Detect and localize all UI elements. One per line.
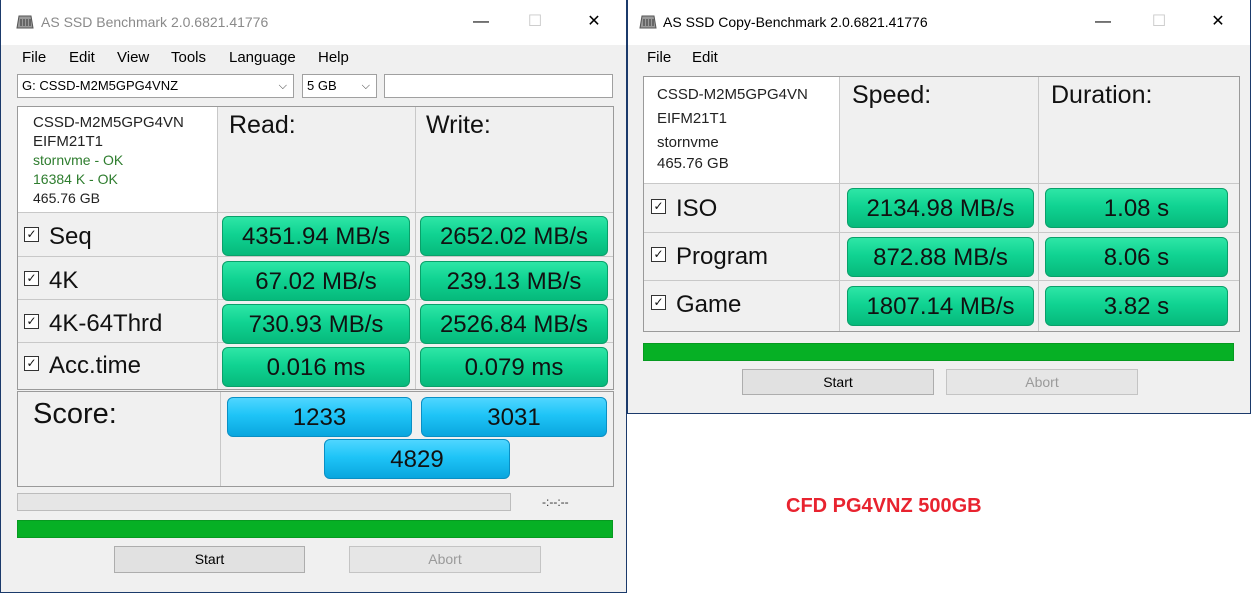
row-program[interactable]: ✓ Program (651, 243, 768, 271)
drive-select[interactable]: G: CSSD-M2M5GPG4VNZ ⌵ (17, 74, 294, 98)
title-bar[interactable]: AS SSD Copy-Benchmark 2.0.6821.41776 — ☐… (628, 0, 1250, 45)
checkbox-checked-icon[interactable]: ✓ (651, 247, 666, 263)
row-game[interactable]: ✓ Game (651, 291, 741, 319)
seq-read-value: 4351.94 MB/s (222, 216, 410, 256)
row-label: Game (676, 291, 742, 318)
as-ssd-copy-benchmark-window: AS SSD Copy-Benchmark 2.0.6821.41776 — ☐… (627, 0, 1251, 414)
total-progress-bar (17, 520, 613, 538)
menu-file[interactable]: File (647, 49, 671, 66)
close-icon[interactable]: ✕ (1208, 12, 1228, 32)
menu-help[interactable]: Help (318, 49, 349, 66)
drive-model: CSSD-M2M5GPG4VN (33, 114, 184, 131)
chevron-down-icon: ⌵ (278, 80, 287, 92)
row-4k-64thrd[interactable]: ✓ 4K-64Thrd (24, 310, 162, 338)
menu-edit[interactable]: Edit (692, 49, 718, 66)
size-select[interactable]: 5 GB ⌵ (302, 74, 377, 98)
row-label: ISO (676, 195, 718, 222)
checkbox-checked-icon[interactable]: ✓ (24, 271, 39, 287)
title-bar[interactable]: AS SSD Benchmark 2.0.6821.41776 — ☐ ✕ (1, 0, 626, 45)
menu-edit[interactable]: Edit (69, 49, 95, 66)
score-divider (220, 392, 221, 486)
drive-icon (16, 15, 34, 29)
game-speed-value: 1807.14 MB/s (847, 286, 1034, 326)
chevron-down-icon: ⌵ (361, 80, 370, 92)
start-button[interactable]: Start (742, 369, 934, 395)
driver-status: stornvme - OK (33, 152, 124, 168)
row-acc-time[interactable]: ✓ Acc.time (24, 352, 141, 380)
duration-header: Duration: (1051, 81, 1153, 109)
seq-write-value: 2652.02 MB/s (420, 216, 608, 256)
elapsed-time: -:--:-- (542, 495, 569, 509)
maximize-icon[interactable]: ☐ (525, 12, 545, 32)
score-read: 1233 (227, 397, 412, 437)
row-label: Acc.time (49, 352, 142, 379)
drive-model: CSSD-M2M5GPG4VN (657, 86, 808, 103)
game-duration-value: 3.82 s (1045, 286, 1228, 326)
iso-speed-value: 2134.98 MB/s (847, 188, 1034, 228)
row-seq[interactable]: ✓ Seq (24, 223, 92, 251)
row-label: Seq (49, 223, 92, 250)
score-total: 4829 (324, 439, 510, 479)
minimize-icon[interactable]: — (1093, 12, 1113, 32)
drive-firmware: EIFM21T1 (657, 110, 728, 127)
write-header: Write: (426, 111, 491, 139)
drive-filter-input[interactable] (384, 74, 613, 98)
maximize-icon[interactable]: ☐ (1149, 12, 1169, 32)
window-title: AS SSD Copy-Benchmark 2.0.6821.41776 (663, 14, 928, 30)
drive-capacity: 465.76 GB (657, 155, 729, 172)
checkbox-checked-icon[interactable]: ✓ (24, 356, 39, 372)
row-label: Program (676, 243, 769, 270)
drive-firmware: EIFM21T1 (33, 133, 104, 150)
start-button[interactable]: Start (114, 546, 305, 573)
program-duration-value: 8.06 s (1045, 237, 1228, 277)
caption-text: CFD PG4VNZ 500GB (786, 495, 982, 517)
menu-bar: File Edit View Tools Language Help (1, 45, 626, 70)
acc-read-value: 0.016 ms (222, 347, 410, 387)
program-speed-value: 872.88 MB/s (847, 237, 1034, 277)
checkbox-checked-icon[interactable]: ✓ (24, 227, 39, 243)
menu-view[interactable]: View (117, 49, 149, 66)
row-label: 4K-64Thrd (49, 310, 163, 337)
menu-tools[interactable]: Tools (171, 49, 206, 66)
iso-duration-value: 1.08 s (1045, 188, 1228, 228)
speed-header: Speed: (852, 81, 932, 109)
menu-file[interactable]: File (22, 49, 46, 66)
abort-button[interactable]: Abort (349, 546, 541, 573)
drive-icon (639, 15, 657, 29)
minimize-icon[interactable]: — (471, 12, 491, 32)
4k-read-value: 67.02 MB/s (222, 261, 410, 301)
test-progress-bar (17, 493, 511, 511)
4k64-write-value: 2526.84 MB/s (420, 304, 608, 344)
menu-bar: File Edit (628, 45, 1250, 70)
checkbox-checked-icon[interactable]: ✓ (24, 314, 39, 330)
4k-write-value: 239.13 MB/s (420, 261, 608, 301)
checkbox-checked-icon[interactable]: ✓ (651, 295, 666, 311)
alignment-status: 16384 K - OK (33, 171, 118, 187)
as-ssd-benchmark-window: AS SSD Benchmark 2.0.6821.41776 — ☐ ✕ Fi… (0, 0, 627, 593)
abort-button[interactable]: Abort (946, 369, 1138, 395)
score-label: Score: (33, 398, 117, 430)
drive-capacity: 465.76 GB (33, 190, 100, 206)
row-4k[interactable]: ✓ 4K (24, 267, 78, 295)
close-icon[interactable]: ✕ (584, 12, 604, 32)
row-label: 4K (49, 267, 79, 294)
acc-write-value: 0.079 ms (420, 347, 608, 387)
drive-select-value: G: CSSD-M2M5GPG4VNZ (22, 78, 179, 93)
drive-info: CSSD-M2M5GPG4VN EIFM21T1 stornvme - OK 1… (33, 113, 184, 208)
checkbox-checked-icon[interactable]: ✓ (651, 199, 666, 215)
copy-drive-info: CSSD-M2M5GPG4VN EIFM21T1 stornvme 465.76… (657, 83, 808, 176)
window-title: AS SSD Benchmark 2.0.6821.41776 (41, 14, 269, 30)
size-select-value: 5 GB (307, 78, 337, 93)
row-iso[interactable]: ✓ ISO (651, 195, 717, 223)
4k64-read-value: 730.93 MB/s (222, 304, 410, 344)
copy-progress-bar (643, 343, 1234, 361)
read-header: Read: (229, 111, 296, 139)
score-write: 3031 (421, 397, 607, 437)
menu-language[interactable]: Language (229, 49, 296, 66)
